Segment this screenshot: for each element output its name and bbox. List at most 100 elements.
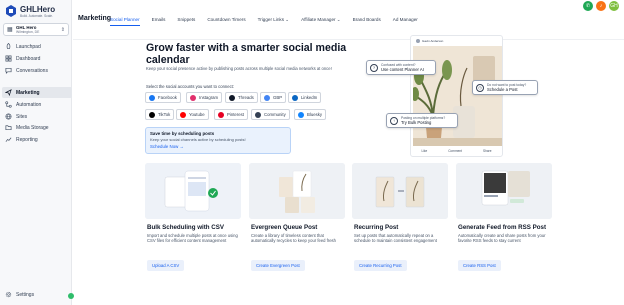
connect-youtube-button[interactable]: Youtube xyxy=(176,109,209,120)
folder-icon xyxy=(5,125,12,131)
network-label: Threads xyxy=(238,95,254,100)
callout-answer: Schedule a Post xyxy=(487,87,518,92)
connect-community-button[interactable]: Community xyxy=(251,109,290,120)
youtube-icon xyxy=(180,111,186,118)
dashboard-icon xyxy=(5,55,12,62)
sidebar-item-reporting[interactable]: Reporting xyxy=(2,134,72,145)
tab-countdown-timers[interactable]: Countdown Timers xyxy=(207,14,245,26)
connect-label: Select the social accounts you want to c… xyxy=(146,84,234,89)
tab-snippets[interactable]: Snippets xyxy=(177,14,195,26)
network-label: Pinterest xyxy=(227,112,244,117)
card-title: Evergreen Queue Post xyxy=(251,224,318,231)
recurring-illustration xyxy=(352,163,448,219)
sidebar-item-settings[interactable]: Settings xyxy=(2,289,72,300)
schedule-now-link[interactable]: Schedule Now → xyxy=(150,143,286,150)
logo-title: GHLHero xyxy=(20,4,56,14)
network-label: Bluesky xyxy=(307,112,323,117)
preview-handle: Gavin Anderson xyxy=(422,39,444,43)
card-description: Set up posts that automatically repeat o… xyxy=(354,233,437,243)
globe-icon xyxy=(5,113,12,120)
sidebar-item-launchpad[interactable]: Launchpad xyxy=(2,41,72,52)
connect-threads-button[interactable]: Threads xyxy=(225,92,258,103)
tab-affiliate-manager[interactable]: Affiliate Manager ⌄ xyxy=(301,14,341,26)
tab-brand-boards[interactable]: Brand Boards xyxy=(353,14,381,26)
sidebar-item-label: Launchpad xyxy=(16,43,41,50)
tab-ad-manager[interactable]: Ad Manager xyxy=(393,14,418,26)
network-label: Youtube xyxy=(189,112,205,117)
sidebar-item-label: Automation xyxy=(16,101,42,108)
page-title: Marketing xyxy=(78,15,112,22)
clock-icon: ◷ xyxy=(476,83,484,92)
card-title: Bulk Scheduling with CSV xyxy=(147,224,225,231)
tab-bar: Social Planner Emails Snippets Countdown… xyxy=(110,14,430,26)
upload-csv-button[interactable]: Upload A CSV xyxy=(147,260,185,271)
network-label: LinkedIn xyxy=(301,95,318,100)
tab-trigger-links[interactable]: Trigger Links ⌄ xyxy=(258,14,290,26)
feature-card-rss: Generate Feed from RSS Post Automaticall… xyxy=(456,163,552,271)
bluesky-icon xyxy=(298,111,304,118)
connect-tiktok-button[interactable]: TikTok xyxy=(145,109,175,120)
tab-social-planner[interactable]: Social Planner xyxy=(110,14,140,26)
brand-logo[interactable]: GHLHero Build. Automate. Scale. xyxy=(4,4,55,18)
sidebar: GHLHero Build. Automate. Scale. ▦ GHL He… xyxy=(0,0,72,305)
account-location: Wilmington, DE xyxy=(16,30,40,34)
community-icon xyxy=(255,111,261,118)
create-rss-post-button[interactable]: Create RSS Post xyxy=(458,260,501,271)
google-business-icon xyxy=(264,94,270,101)
sidebar-item-automation[interactable]: Automation xyxy=(2,99,72,110)
info-text: Keep your social channels active by sche… xyxy=(150,137,246,142)
sidebar-item-label: Settings xyxy=(16,291,35,298)
sidebar-item-label: Reporting xyxy=(16,136,38,143)
card-illustration xyxy=(352,163,448,219)
phone-icon[interactable]: ✆ xyxy=(583,1,593,11)
callout-answer: Try Bulk Posting xyxy=(401,120,432,125)
chevron-updown-icon: ⇕ xyxy=(60,26,65,33)
sidebar-item-conversations[interactable]: Conversations xyxy=(2,65,72,76)
gear-icon xyxy=(5,291,12,298)
threads-icon xyxy=(229,94,235,101)
instagram-icon xyxy=(190,94,196,101)
account-switcher[interactable]: ▦ GHL Hero Wilmington, DE ⇕ xyxy=(3,23,69,36)
pinterest-icon xyxy=(218,111,224,118)
connect-pinterest-button[interactable]: Pinterest xyxy=(214,109,248,120)
sidebar-item-label: Media Storage xyxy=(16,124,49,131)
tab-emails[interactable]: Emails xyxy=(152,14,166,26)
callout-schedule-post: ◷ Do not want to post today? Schedule a … xyxy=(472,80,538,95)
sidebar-item-media-storage[interactable]: Media Storage xyxy=(2,122,72,133)
top-bar: Marketing Social Planner Emails Snippets… xyxy=(73,0,624,40)
bell-icon[interactable]: ♪ xyxy=(596,1,606,11)
post-preview: Gavin Anderson Like Comment Share xyxy=(410,35,503,157)
comment-action: Comment xyxy=(448,149,463,153)
connect-gbp-button[interactable]: GBP xyxy=(260,92,287,103)
create-recurring-post-button[interactable]: Create Recurring Post xyxy=(354,260,407,271)
card-description: Import and schedule multiple posts at on… xyxy=(147,233,238,243)
card-illustration xyxy=(249,163,345,219)
rocket-icon xyxy=(6,43,11,50)
connect-linkedin-button[interactable]: LinkedIn xyxy=(288,92,322,103)
preview-actions: Like Comment Share xyxy=(411,146,502,156)
sidebar-item-dashboard[interactable]: Dashboard xyxy=(2,53,72,64)
sidebar-item-sites[interactable]: Sites xyxy=(2,111,72,122)
chat-bubble-icon: ? xyxy=(370,63,378,72)
hero-subtitle: Keep your social presence active by publ… xyxy=(146,66,332,71)
network-label: TikTok xyxy=(158,112,171,117)
connect-facebook-button[interactable]: Facebook xyxy=(145,92,181,103)
facebook-icon xyxy=(149,94,155,101)
callout-bulk-posting: ↑ Posting on multiple platforms? Try Bul… xyxy=(386,113,458,128)
logo-subtitle: Build. Automate. Scale. xyxy=(20,13,53,18)
send-icon xyxy=(5,89,12,96)
rss-illustration xyxy=(456,163,552,219)
network-label: GBP xyxy=(273,95,283,100)
card-illustration xyxy=(456,163,552,219)
chart-icon xyxy=(5,137,12,142)
avatar[interactable]: GH xyxy=(609,1,619,11)
card-title: Generate Feed from RSS Post xyxy=(458,224,547,231)
collapse-sidebar-button[interactable] xyxy=(68,293,74,299)
network-label: Instagram xyxy=(199,95,219,100)
create-evergreen-post-button[interactable]: Create Evergreen Post xyxy=(251,260,305,271)
connect-bluesky-button[interactable]: Bluesky xyxy=(294,109,327,120)
feature-card-evergreen: Evergreen Queue Post Create a library of… xyxy=(249,163,345,271)
sidebar-item-marketing[interactable]: Marketing xyxy=(2,87,72,98)
connect-instagram-button[interactable]: Instagram xyxy=(186,92,223,103)
tiktok-icon xyxy=(149,111,155,118)
